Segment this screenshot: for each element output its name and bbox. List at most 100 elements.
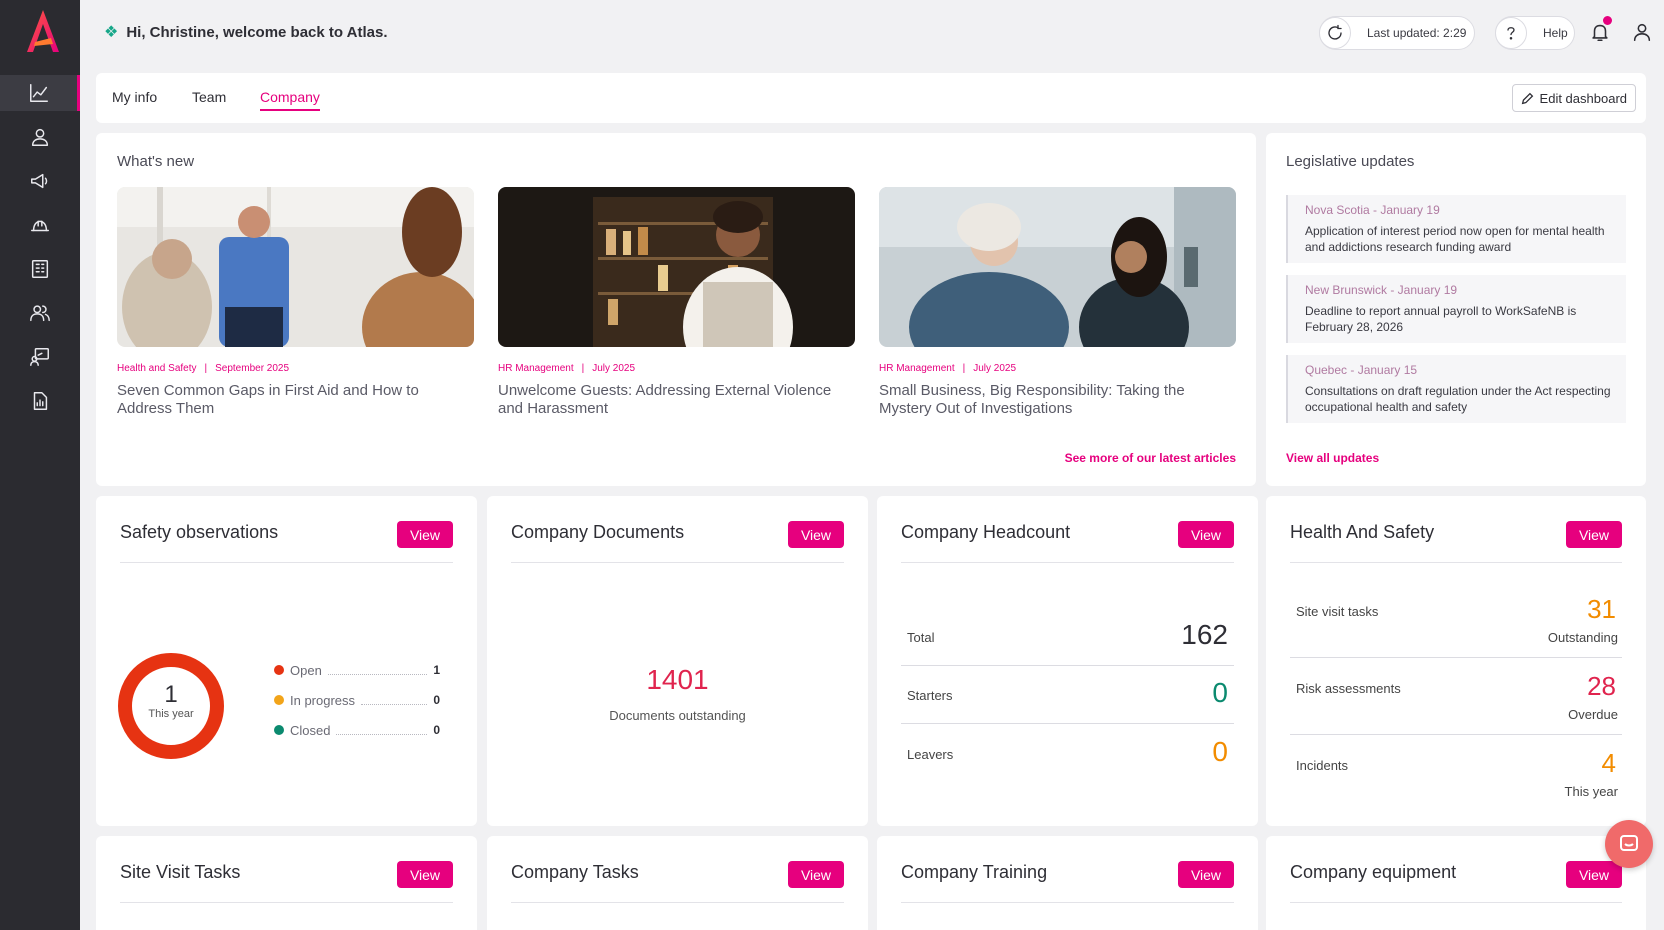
article-meta: Health and Safety | September 2025: [117, 363, 290, 374]
hs-sub-label: Overdue: [1568, 707, 1618, 722]
article-image[interactable]: [879, 187, 1236, 347]
legend-label: Open: [290, 662, 322, 678]
divider: [120, 902, 453, 903]
tab-my-info[interactable]: My info: [112, 89, 157, 105]
nav-announcements[interactable]: [0, 163, 80, 199]
headcount-value: 162: [1181, 619, 1228, 650]
legislative-item[interactable]: Quebec - January 15 Consultations on dra…: [1286, 355, 1626, 423]
report-icon: [33, 392, 48, 410]
article-date: July 2025: [592, 363, 636, 374]
article-title[interactable]: Small Business, Big Responsibility: Taki…: [879, 382, 1236, 418]
wave-hand-icon: ❖: [104, 24, 119, 41]
tab-team[interactable]: Team: [192, 89, 226, 105]
legend-row-open[interactable]: Open 1: [274, 662, 440, 678]
refresh-icon[interactable]: [1319, 17, 1351, 49]
edit-dashboard-button[interactable]: Edit dashboard: [1511, 84, 1636, 112]
legislative-item[interactable]: New Brunswick - January 19 Deadline to r…: [1286, 275, 1626, 343]
article-title[interactable]: Seven Common Gaps in First Aid and How t…: [117, 382, 474, 418]
divider: [511, 902, 844, 903]
article-card[interactable]: HR Management | July 2025 Small Business…: [879, 187, 1236, 418]
legend-row-closed[interactable]: Closed 0: [274, 722, 440, 738]
chat-launcher-button[interactable]: [1605, 820, 1653, 868]
last-updated-pill[interactable]: Last updated: 2:29: [1319, 16, 1475, 50]
tab-company[interactable]: Company: [260, 89, 320, 111]
view-button[interactable]: View: [788, 521, 844, 548]
nav-training[interactable]: [0, 339, 80, 375]
view-button[interactable]: View: [1178, 861, 1234, 888]
headcount-row[interactable]: Starters 0: [901, 666, 1234, 724]
whats-new-card: What's new Health and Safety | September…: [96, 133, 1256, 486]
legislative-text: Deadline to report annual payroll to Wor…: [1305, 304, 1577, 334]
article-card[interactable]: Health and Safety | September 2025 Seven…: [117, 187, 474, 418]
health-safety-row[interactable]: Site visit tasks 31 Outstanding: [1290, 584, 1622, 658]
health-safety-row[interactable]: Incidents 4 This year: [1290, 738, 1622, 812]
question-icon[interactable]: [1495, 17, 1527, 49]
article-image[interactable]: [117, 187, 474, 347]
headcount-label: Starters: [907, 688, 953, 703]
nav-reports[interactable]: [0, 383, 80, 419]
legislative-item[interactable]: Nova Scotia - January 19 Application of …: [1286, 195, 1626, 263]
greeting: ❖ Hi, Christine, welcome back to Atlas.: [104, 22, 388, 42]
divider: [901, 562, 1234, 563]
widget-title: Safety observations: [120, 522, 279, 542]
pencil-icon: [1521, 92, 1533, 104]
widget-title: Company Tasks: [511, 862, 639, 882]
hs-label: Risk assessments: [1296, 681, 1401, 696]
widget-title: Company Documents: [511, 522, 685, 542]
chat-icon: [1620, 835, 1638, 851]
widget-title: Company equipment: [1290, 862, 1457, 882]
nav-people[interactable]: [0, 295, 80, 331]
widget-title: Company Training: [901, 862, 1048, 882]
hs-label: Incidents: [1296, 758, 1349, 773]
legend-row-in-progress[interactable]: In progress 0: [274, 692, 440, 708]
widget-title: Company Headcount: [901, 522, 1071, 542]
whats-new-title: What's new: [117, 153, 195, 170]
sidebar: [0, 0, 80, 930]
company-equipment-card: Company equipment View: [1266, 836, 1646, 930]
article-category: HR Management: [498, 363, 574, 374]
view-button[interactable]: View: [1178, 521, 1234, 548]
status-dot: [274, 725, 284, 735]
hs-value: 28: [1587, 671, 1616, 701]
view-button[interactable]: View: [1566, 521, 1622, 548]
site-visit-tasks-card: Site Visit Tasks View: [96, 836, 477, 930]
headcount-row[interactable]: Leavers 0: [901, 724, 1234, 782]
nav-my-profile[interactable]: [0, 119, 80, 155]
greeting-text: Hi, Christine, welcome back to Atlas.: [126, 23, 388, 41]
hs-value: 4: [1601, 748, 1616, 778]
account-button[interactable]: [1626, 16, 1658, 48]
legislative-title: Legislative updates: [1286, 153, 1415, 170]
hs-sub-label: This year: [1564, 784, 1618, 799]
hs-value: 31: [1587, 594, 1616, 624]
widget-title: Site Visit Tasks: [120, 862, 241, 882]
article-title[interactable]: Unwelcome Guests: Addressing External Vi…: [498, 382, 855, 418]
article-card[interactable]: HR Management | July 2025 Unwelcome Gues…: [498, 187, 855, 418]
legislative-text: Application of interest period now open …: [1305, 224, 1605, 254]
view-button[interactable]: View: [397, 861, 453, 888]
article-image[interactable]: [498, 187, 855, 347]
view-button[interactable]: View: [397, 521, 453, 548]
article-category: Health and Safety: [117, 363, 197, 374]
view-all-updates-link[interactable]: View all updates: [1286, 451, 1379, 465]
company-tasks-card: Company Tasks View: [487, 836, 868, 930]
headcount-value: 0: [1212, 736, 1228, 767]
headcount-row[interactable]: Total 162: [901, 608, 1234, 666]
view-button[interactable]: View: [788, 861, 844, 888]
notifications-button[interactable]: [1584, 16, 1616, 48]
safety-observations-card: Safety observations View 1 This year Ope…: [96, 496, 477, 826]
documents-label: Documents outstanding: [609, 708, 746, 723]
divider: [1290, 562, 1622, 563]
nav-dashboard[interactable]: [0, 75, 80, 111]
legend-value: 0: [433, 693, 440, 707]
health-safety-row[interactable]: Risk assessments 28 Overdue: [1290, 661, 1622, 735]
help-pill[interactable]: Help: [1495, 16, 1575, 50]
see-more-articles-link[interactable]: See more of our latest articles: [1065, 451, 1236, 465]
divider: [120, 562, 453, 563]
company-documents-card: Company Documents View 1401 Documents ou…: [487, 496, 868, 826]
view-button[interactable]: View: [1566, 861, 1622, 888]
documents-count: 1401: [646, 664, 709, 695]
atlas-logo-icon[interactable]: [23, 8, 63, 54]
status-dot: [274, 695, 284, 705]
nav-safety[interactable]: [0, 207, 80, 243]
nav-documents[interactable]: [0, 251, 80, 287]
